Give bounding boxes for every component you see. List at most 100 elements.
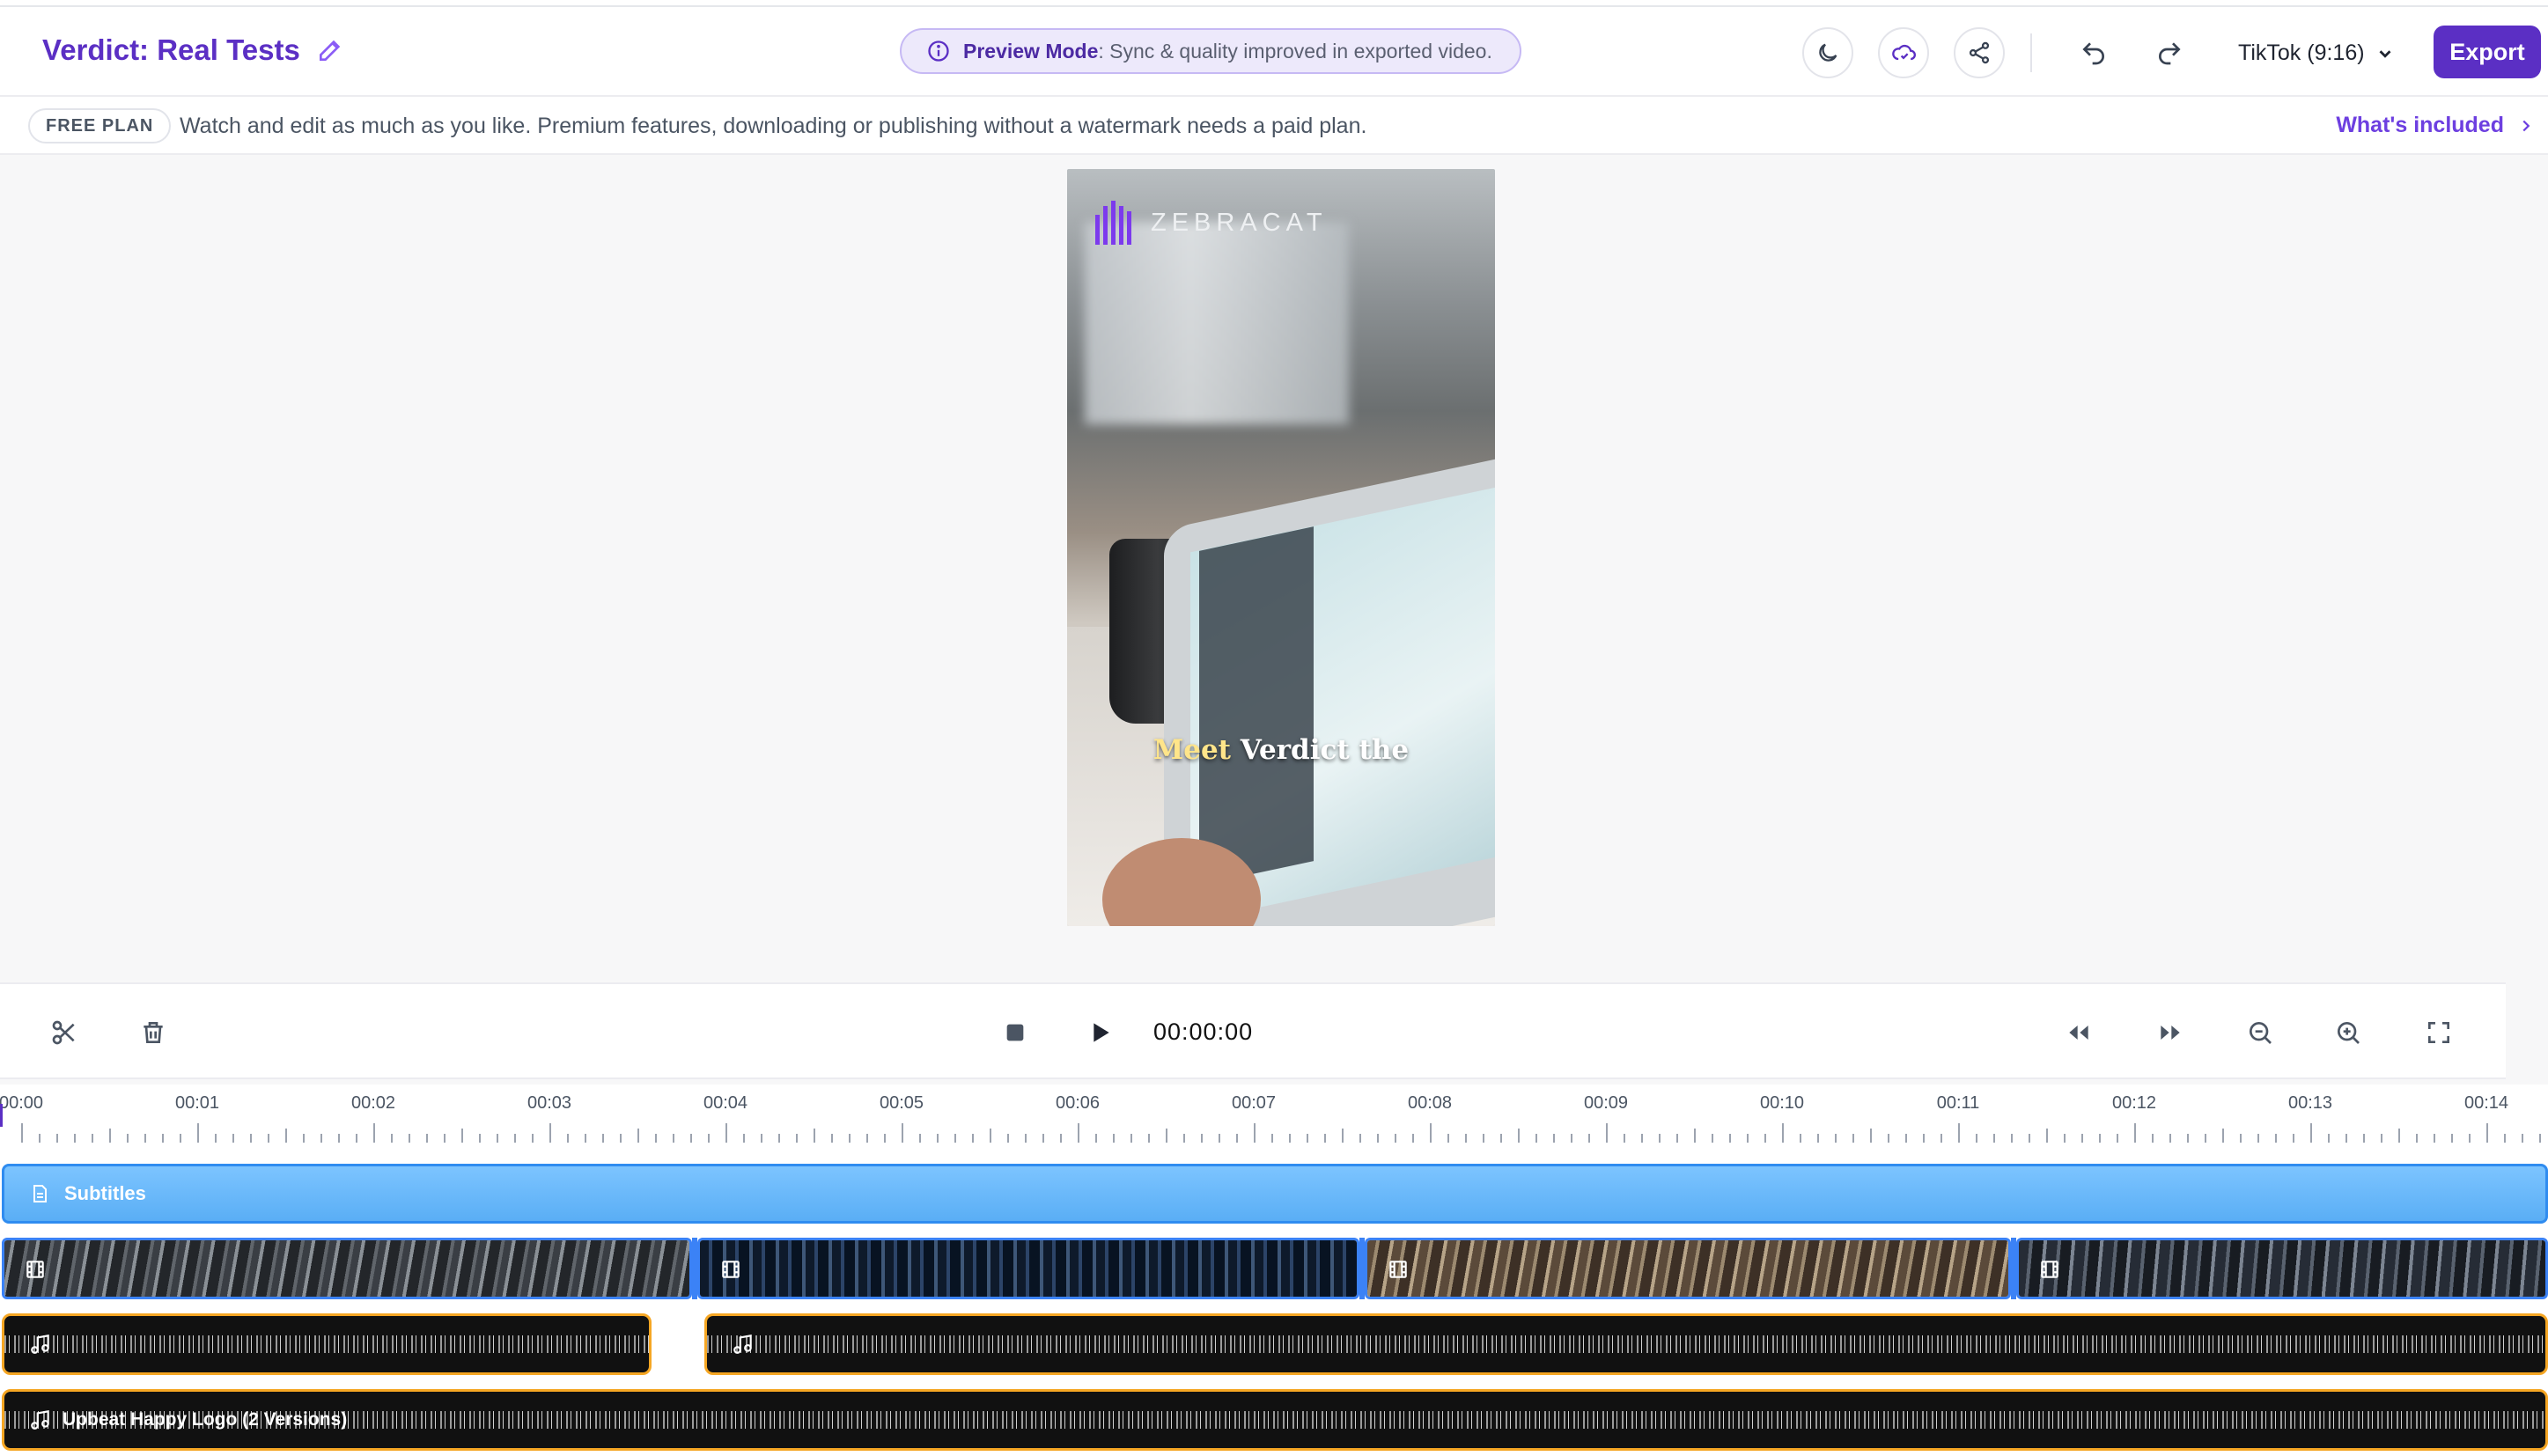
video-clip[interactable] bbox=[2016, 1238, 2548, 1299]
whats-included-link[interactable]: What's included bbox=[2336, 113, 2536, 138]
zoom-out-button[interactable] bbox=[2243, 1016, 2277, 1049]
ruler-tick bbox=[1183, 1134, 1185, 1143]
ruler-tick bbox=[497, 1134, 498, 1143]
ruler-tick bbox=[1518, 1129, 1520, 1143]
ruler-tick bbox=[144, 1134, 146, 1143]
ruler-tick bbox=[1694, 1129, 1696, 1143]
ruler-tick bbox=[1800, 1134, 1801, 1143]
chevron-down-icon bbox=[2379, 49, 2391, 58]
ruler-tick bbox=[1324, 1134, 1326, 1143]
ruler-tick bbox=[2363, 1134, 2365, 1143]
voiceover-clip[interactable] bbox=[2, 1313, 652, 1375]
preview-mode-text: : Sync & quality improved in exported vi… bbox=[1098, 39, 1492, 63]
ruler-tick bbox=[1113, 1134, 1115, 1143]
ruler-tick bbox=[1289, 1134, 1291, 1143]
ruler-tick bbox=[2081, 1134, 2083, 1143]
ruler-tick bbox=[937, 1134, 939, 1143]
ruler-tick bbox=[2275, 1134, 2277, 1143]
ruler-tick bbox=[2134, 1123, 2136, 1143]
cut-button[interactable] bbox=[48, 1016, 81, 1049]
tick-label: 00:05 bbox=[879, 1093, 924, 1113]
pencil-icon[interactable] bbox=[316, 36, 344, 64]
play-button[interactable] bbox=[1083, 1016, 1116, 1049]
ruler-tick bbox=[1571, 1134, 1572, 1143]
export-button[interactable]: Export bbox=[2434, 26, 2541, 78]
ruler-tick bbox=[919, 1134, 921, 1143]
ruler-tick bbox=[849, 1134, 851, 1143]
ruler-tick bbox=[1659, 1134, 1661, 1143]
tick-label: 00:06 bbox=[1055, 1093, 1101, 1113]
ruler-tick bbox=[1729, 1134, 1731, 1143]
rewind-button[interactable] bbox=[2062, 1016, 2095, 1049]
subtitles-track[interactable]: Subtitles bbox=[2, 1164, 2548, 1224]
zoom-out-icon bbox=[2250, 1022, 2272, 1044]
ruler-tick bbox=[1447, 1134, 1449, 1143]
fast-forward-icon bbox=[2161, 1026, 2180, 1040]
video-clip[interactable] bbox=[1365, 1238, 2011, 1299]
project-title[interactable]: Verdict: Real Tests bbox=[42, 33, 300, 67]
ruler-tick bbox=[2504, 1134, 2506, 1143]
video-preview[interactable]: ZEBRACAT Meet Verdict the bbox=[1067, 169, 1495, 926]
ruler-tick bbox=[954, 1134, 956, 1143]
redo-button[interactable] bbox=[2152, 35, 2187, 70]
ruler-tick bbox=[1712, 1134, 1713, 1143]
theme-toggle-button[interactable] bbox=[1802, 27, 1853, 78]
ruler-tick bbox=[1624, 1134, 1625, 1143]
tick-label: 00:12 bbox=[2111, 1093, 2157, 1113]
timeline-ruler[interactable]: 00:00 00:01 00:02 00:03 00:04 00:05 00:06 00:07… bbox=[0, 1085, 2548, 1146]
ruler-tick bbox=[514, 1134, 516, 1143]
ruler-tick bbox=[250, 1134, 252, 1143]
tick-label: 00:07 bbox=[1231, 1093, 1277, 1113]
share-button[interactable] bbox=[1954, 27, 2005, 78]
ruler-tick bbox=[127, 1134, 129, 1143]
ruler-tick bbox=[1359, 1134, 1361, 1143]
music-track[interactable]: Upbeat Happy Logo (2 Versions) bbox=[2, 1389, 2548, 1451]
ruler-tick bbox=[444, 1134, 446, 1143]
ruler-tick bbox=[620, 1134, 622, 1143]
ruler-tick bbox=[1078, 1123, 1079, 1143]
logo-text: ZEBRACAT bbox=[1151, 208, 1328, 237]
ruler-tick bbox=[56, 1134, 58, 1143]
ruler-tick bbox=[409, 1134, 410, 1143]
video-clip[interactable] bbox=[2, 1238, 692, 1299]
ruler-tick bbox=[1993, 1134, 1995, 1143]
ruler-tick bbox=[2345, 1134, 2347, 1143]
ruler-tick bbox=[109, 1129, 111, 1143]
tick-label: 00:03 bbox=[527, 1093, 572, 1113]
playhead[interactable] bbox=[0, 1104, 12, 1127]
delete-button[interactable] bbox=[136, 1016, 170, 1049]
cloud-save-button[interactable] bbox=[1878, 27, 1929, 78]
share-icon bbox=[1969, 41, 1990, 64]
ruler-tick bbox=[866, 1134, 868, 1143]
music-note-icon bbox=[31, 1334, 49, 1354]
ruler-tick bbox=[303, 1134, 305, 1143]
undo-icon bbox=[2082, 42, 2104, 65]
ruler-tick bbox=[725, 1123, 727, 1143]
fast-forward-button[interactable] bbox=[2154, 1016, 2187, 1049]
format-dropdown[interactable]: TikTok (9:16) bbox=[2238, 40, 2395, 66]
stop-button[interactable] bbox=[998, 1016, 1032, 1049]
voiceover-clip[interactable] bbox=[704, 1313, 2548, 1375]
document-icon bbox=[33, 1185, 47, 1202]
preview-mode-notice: Preview Mode : Sync & quality improved i… bbox=[900, 28, 1521, 74]
ruler-tick bbox=[1377, 1134, 1379, 1143]
ruler-tick bbox=[74, 1134, 76, 1143]
ruler-tick bbox=[743, 1134, 745, 1143]
ruler-tick bbox=[2539, 1134, 2541, 1143]
tick-label: 00:01 bbox=[174, 1093, 220, 1113]
music-track-label: Upbeat Happy Logo (2 Versions) bbox=[63, 1409, 348, 1430]
ruler-tick bbox=[1553, 1134, 1555, 1143]
trash-icon bbox=[144, 1022, 163, 1043]
ruler-tick bbox=[2293, 1134, 2294, 1143]
ruler-tick bbox=[2029, 1134, 2030, 1143]
video-clip[interactable] bbox=[697, 1238, 1359, 1299]
zoom-in-button[interactable] bbox=[2331, 1016, 2365, 1049]
ruler-tick bbox=[2187, 1134, 2189, 1143]
plan-badge: FREE PLAN bbox=[28, 108, 172, 143]
undo-button[interactable] bbox=[2076, 35, 2111, 70]
fullscreen-button[interactable] bbox=[2422, 1016, 2456, 1049]
info-icon bbox=[928, 40, 949, 62]
ruler-tick bbox=[655, 1134, 657, 1143]
stop-icon bbox=[1006, 1024, 1024, 1041]
ruler-tick bbox=[1465, 1134, 1467, 1143]
